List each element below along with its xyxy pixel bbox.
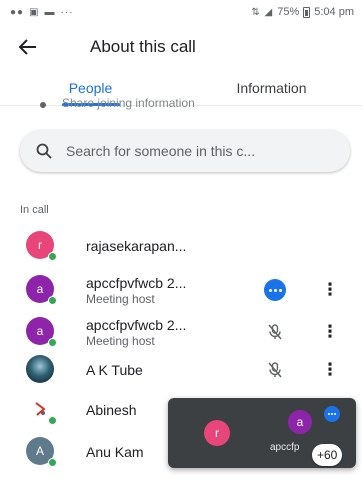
speaking-icon (264, 279, 286, 301)
participant-role: Meeting host (86, 291, 155, 306)
back-button[interactable] (0, 28, 56, 66)
participant-text: rajasekarapan... (86, 228, 186, 264)
mic-off-icon (268, 324, 282, 340)
page-title: About this call (90, 37, 196, 56)
status-right: ⇅ ◢ 75% 5:04 pm (251, 6, 354, 18)
back-arrow-icon (19, 39, 36, 55)
app-bar: About this call (0, 28, 362, 66)
section-label-in-call: In call (20, 204, 49, 216)
battery-icon (303, 6, 311, 18)
more-options-button[interactable]: ⋮ (320, 276, 340, 304)
avatar-wrap (26, 395, 57, 425)
more-notifications-icon: ··· (60, 6, 74, 18)
participant-text: Anu Kam (86, 434, 144, 470)
search-icon (36, 143, 52, 159)
participant-status (262, 278, 288, 302)
participant-status (262, 320, 288, 344)
presence-dot (48, 416, 57, 425)
participant-name: apccfpvfwcb 2... (86, 316, 187, 333)
participant-name: Abinesh (86, 402, 137, 418)
more-vert-icon: ⋮ (321, 360, 339, 379)
status-time: 5:04 pm (314, 6, 354, 18)
pip-avatar: a (288, 410, 312, 434)
share-icon (40, 102, 46, 108)
status-bar: ●● ▣ ▬ ··· ⇅ ◢ 75% 5:04 pm (0, 0, 362, 24)
presence-dot (48, 338, 57, 347)
participant-role: Meeting host (86, 333, 155, 348)
picture-in-picture-window[interactable]: r a apccfp +60 (168, 398, 356, 468)
participant-row[interactable]: a apccfpvfwcb 2... Meeting host ⋮ (0, 314, 362, 350)
participant-row[interactable]: r rajasekarapan... (0, 228, 362, 264)
share-joining-info-label: Share joining information (62, 98, 195, 110)
pip-avatar: r (204, 420, 230, 446)
video-icon: ▬ (44, 6, 56, 18)
participant-text: apccfpvfwcb 2... Meeting host (86, 314, 186, 350)
avatar-wrap: a (26, 317, 57, 347)
participant-text: apccfpvfwcb 2... Meeting host (86, 272, 186, 308)
avatar-wrap: A (26, 437, 57, 467)
participant-status (262, 358, 288, 382)
mic-off-icon (268, 362, 282, 378)
more-vert-icon: ⋮ (321, 322, 339, 341)
pip-participant-name: apccfp (270, 442, 300, 453)
participant-text: Abinesh (86, 392, 137, 428)
participant-name: A K Tube (86, 362, 143, 378)
presence-dot (48, 296, 57, 305)
network-icon: ⇅ ◢ (251, 6, 274, 18)
participant-text: A K Tube (86, 352, 143, 388)
avatar-wrap: a (26, 275, 57, 305)
status-left: ●● ▣ ▬ ··· (10, 7, 74, 18)
participant-row[interactable]: a apccfpvfwcb 2... Meeting host ⋮ (0, 272, 362, 308)
presence-dot (48, 458, 57, 467)
participant-name: rajasekarapan... (86, 238, 187, 254)
battery-percent: 75% (277, 6, 300, 18)
pip-participant-count: +60 (312, 444, 343, 466)
avatar-image-icon (35, 402, 46, 416)
more-options-button[interactable]: ⋮ (320, 318, 340, 346)
speaking-icon (324, 406, 340, 422)
avatar (26, 355, 54, 383)
more-options-button[interactable]: ⋮ (320, 356, 340, 384)
more-vert-icon: ⋮ (321, 280, 339, 299)
share-joining-info-row[interactable]: Share joining information (40, 98, 195, 110)
tab-information[interactable]: Information (181, 72, 362, 105)
search-placeholder: Search for someone in this c... (66, 143, 256, 159)
image-icon: ▣ (29, 6, 40, 18)
participant-name: apccfpvfwcb 2... (86, 274, 187, 291)
search-input[interactable]: Search for someone in this c... (20, 130, 350, 172)
avatar-wrap (26, 355, 56, 385)
participant-row[interactable]: A K Tube ⋮ (0, 352, 362, 388)
presence-dot (48, 252, 57, 261)
signal-icon: ●● (10, 6, 25, 18)
avatar-wrap: r (26, 231, 57, 261)
participant-name: Anu Kam (86, 444, 144, 460)
